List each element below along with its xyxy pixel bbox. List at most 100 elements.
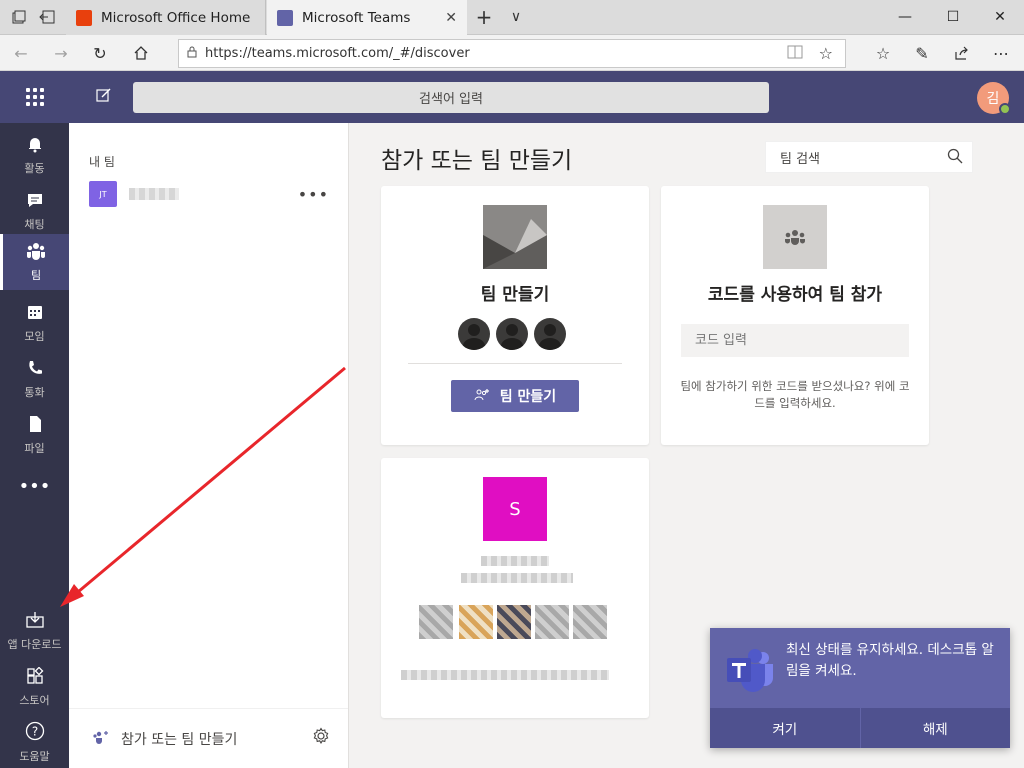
team-name-blurred (481, 556, 549, 566)
file-icon (27, 415, 43, 438)
team-search-input[interactable]: 팀 검색 (765, 141, 973, 173)
minimize-button[interactable]: — (881, 0, 929, 34)
presence-available-icon (999, 103, 1011, 115)
join-or-create-team-link[interactable]: 참가 또는 팀 만들기 (69, 708, 348, 768)
command-search-bar[interactable]: 검색어 입력 (133, 82, 769, 113)
url-text: https://teams.microsoft.com/_#/discover (205, 46, 470, 61)
browser-tab-bar: Microsoft Office Home Microsoft Teams ✕ … (0, 0, 1024, 35)
my-teams-heading: 내 팀 (89, 155, 115, 169)
rail-item-meetings[interactable]: 모임 (0, 295, 69, 351)
rail-item-teams[interactable]: 팀 (0, 234, 69, 290)
team-list-item[interactable]: JT ••• (89, 181, 339, 207)
favorites-list-icon[interactable]: ☆ (872, 42, 894, 64)
favorite-star-icon[interactable]: ☆ (819, 44, 833, 63)
rail-item-label: 모임 (24, 329, 45, 343)
join-help-text: 팀에 참가하기 위한 코드를 받으셨나요? 위에 코드를 입력하세요. (680, 379, 910, 410)
maximize-button[interactable]: ☐ (929, 0, 977, 34)
more-options-icon[interactable]: ⋯ (990, 42, 1012, 64)
pen-icon[interactable]: ✎ (911, 42, 933, 64)
search-placeholder: 검색어 입력 (419, 92, 483, 107)
tab-title: Microsoft Teams (302, 9, 411, 26)
search-icon[interactable] (947, 148, 963, 168)
teams-favicon-icon (277, 9, 293, 26)
new-chat-icon[interactable] (96, 87, 114, 105)
rail-more-button[interactable]: ••• (0, 458, 69, 514)
team-avatar: JT (89, 181, 117, 207)
team-footer-blurred (401, 670, 609, 680)
rail-item-store[interactable]: 스토어 (0, 659, 69, 715)
toast-actions: 켜기 해제 (710, 708, 1010, 748)
turn-on-notifications-button[interactable]: 켜기 (710, 708, 860, 748)
rail-item-label: 팀 (30, 268, 42, 282)
team-code-input[interactable] (681, 324, 909, 357)
reading-view-icon[interactable] (787, 45, 803, 63)
member-avatar-blurred (573, 605, 607, 639)
teams-add-icon (474, 388, 490, 405)
rail-item-calls[interactable]: 통화 (0, 351, 69, 407)
rail-item-download-app[interactable]: 앱 다운로드 (0, 603, 69, 659)
card-divider (408, 363, 622, 364)
person-avatar-icon (534, 318, 566, 350)
teams-icon (26, 242, 46, 265)
suggested-team-card[interactable]: S (381, 458, 649, 718)
person-avatar-icon (496, 318, 528, 350)
team-search-placeholder: 팀 검색 (780, 151, 821, 167)
more-icon: ••• (18, 475, 51, 497)
bell-icon (26, 135, 44, 158)
rail-item-label: 통화 (24, 385, 45, 399)
gear-icon[interactable] (312, 727, 330, 750)
tab-manager-icon[interactable] (10, 8, 28, 26)
close-window-button[interactable]: ✕ (976, 0, 1024, 34)
rail-item-help[interactable]: ? 도움말 (0, 714, 69, 768)
phone-icon (26, 359, 44, 382)
create-team-illustration (483, 205, 547, 269)
person-avatar-icon (458, 318, 490, 350)
tab-office-home[interactable]: Microsoft Office Home (66, 0, 266, 35)
member-avatar-blurred (497, 605, 531, 639)
dismiss-toast-button[interactable]: 해제 (859, 708, 1011, 748)
app-launcher-icon[interactable] (26, 88, 44, 106)
team-more-options-icon[interactable]: ••• (298, 185, 329, 204)
back-icon[interactable]: ← (10, 42, 32, 64)
rail-item-label: 스토어 (19, 693, 50, 707)
tab-back-icon[interactable] (38, 8, 56, 26)
teams-logo-icon (727, 644, 775, 692)
url-field[interactable]: https://teams.microsoft.com/_#/discover … (178, 39, 846, 68)
close-tab-icon[interactable]: ✕ (445, 10, 457, 26)
desktop-notification-toast: 최신 상태를 유지하세요. 데스크톱 알림을 켜세요. 켜기 해제 (710, 628, 1010, 748)
rail-item-label: 앱 다운로드 (7, 637, 62, 651)
share-icon[interactable] (951, 42, 973, 64)
store-icon (26, 666, 44, 690)
office-favicon-icon (76, 9, 92, 26)
team-name-blurred (129, 188, 179, 200)
toast-message: 최신 상태를 유지하세요. 데스크톱 알림을 켜세요. (786, 642, 994, 679)
home-icon[interactable] (130, 42, 152, 64)
refresh-icon[interactable]: ↻ (89, 42, 111, 64)
rail-item-chat[interactable]: 채팅 (0, 183, 69, 239)
rail-item-files[interactable]: 파일 (0, 407, 69, 463)
tab-microsoft-teams[interactable]: Microsoft Teams ✕ (267, 0, 467, 35)
tab-title: Microsoft Office Home (101, 9, 251, 26)
rail-item-label: 도움말 (19, 749, 50, 763)
forward-icon[interactable]: → (50, 42, 72, 64)
teams-add-icon (93, 730, 109, 748)
create-team-card: 팀 만들기 팀 만들기 (381, 186, 649, 445)
team-avatar: S (483, 477, 547, 541)
create-team-button-label: 팀 만들기 (499, 389, 557, 405)
create-team-title: 팀 만들기 (480, 285, 550, 305)
rail-item-label: 파일 (24, 441, 45, 455)
join-team-card: 코드를 사용하여 팀 참가 팀에 참가하기 위한 코드를 받으셨나요? 위에 코… (661, 186, 929, 445)
calendar-icon (26, 303, 44, 326)
team-description-blurred (461, 573, 573, 583)
rail-item-label: 채팅 (24, 217, 45, 231)
avatar-initial: 김 (986, 91, 1000, 107)
app-rail: 활동 채팅 팀 모임 통화 파일 ••• 앱 다운로드 스토어 ? 도움말 (0, 123, 69, 768)
tab-menu-icon[interactable]: ∨ (507, 8, 525, 26)
join-team-title: 코드를 사용하여 팀 참가 (707, 285, 883, 305)
rail-item-activity[interactable]: 활동 (0, 127, 69, 183)
user-avatar[interactable]: 김 (977, 82, 1011, 115)
create-team-button[interactable]: 팀 만들기 (451, 380, 579, 412)
join-team-illustration (763, 205, 827, 269)
new-tab-button[interactable]: + (475, 5, 493, 29)
team-list-panel: 내 팀 JT ••• 참가 또는 팀 만들기 (69, 123, 349, 768)
